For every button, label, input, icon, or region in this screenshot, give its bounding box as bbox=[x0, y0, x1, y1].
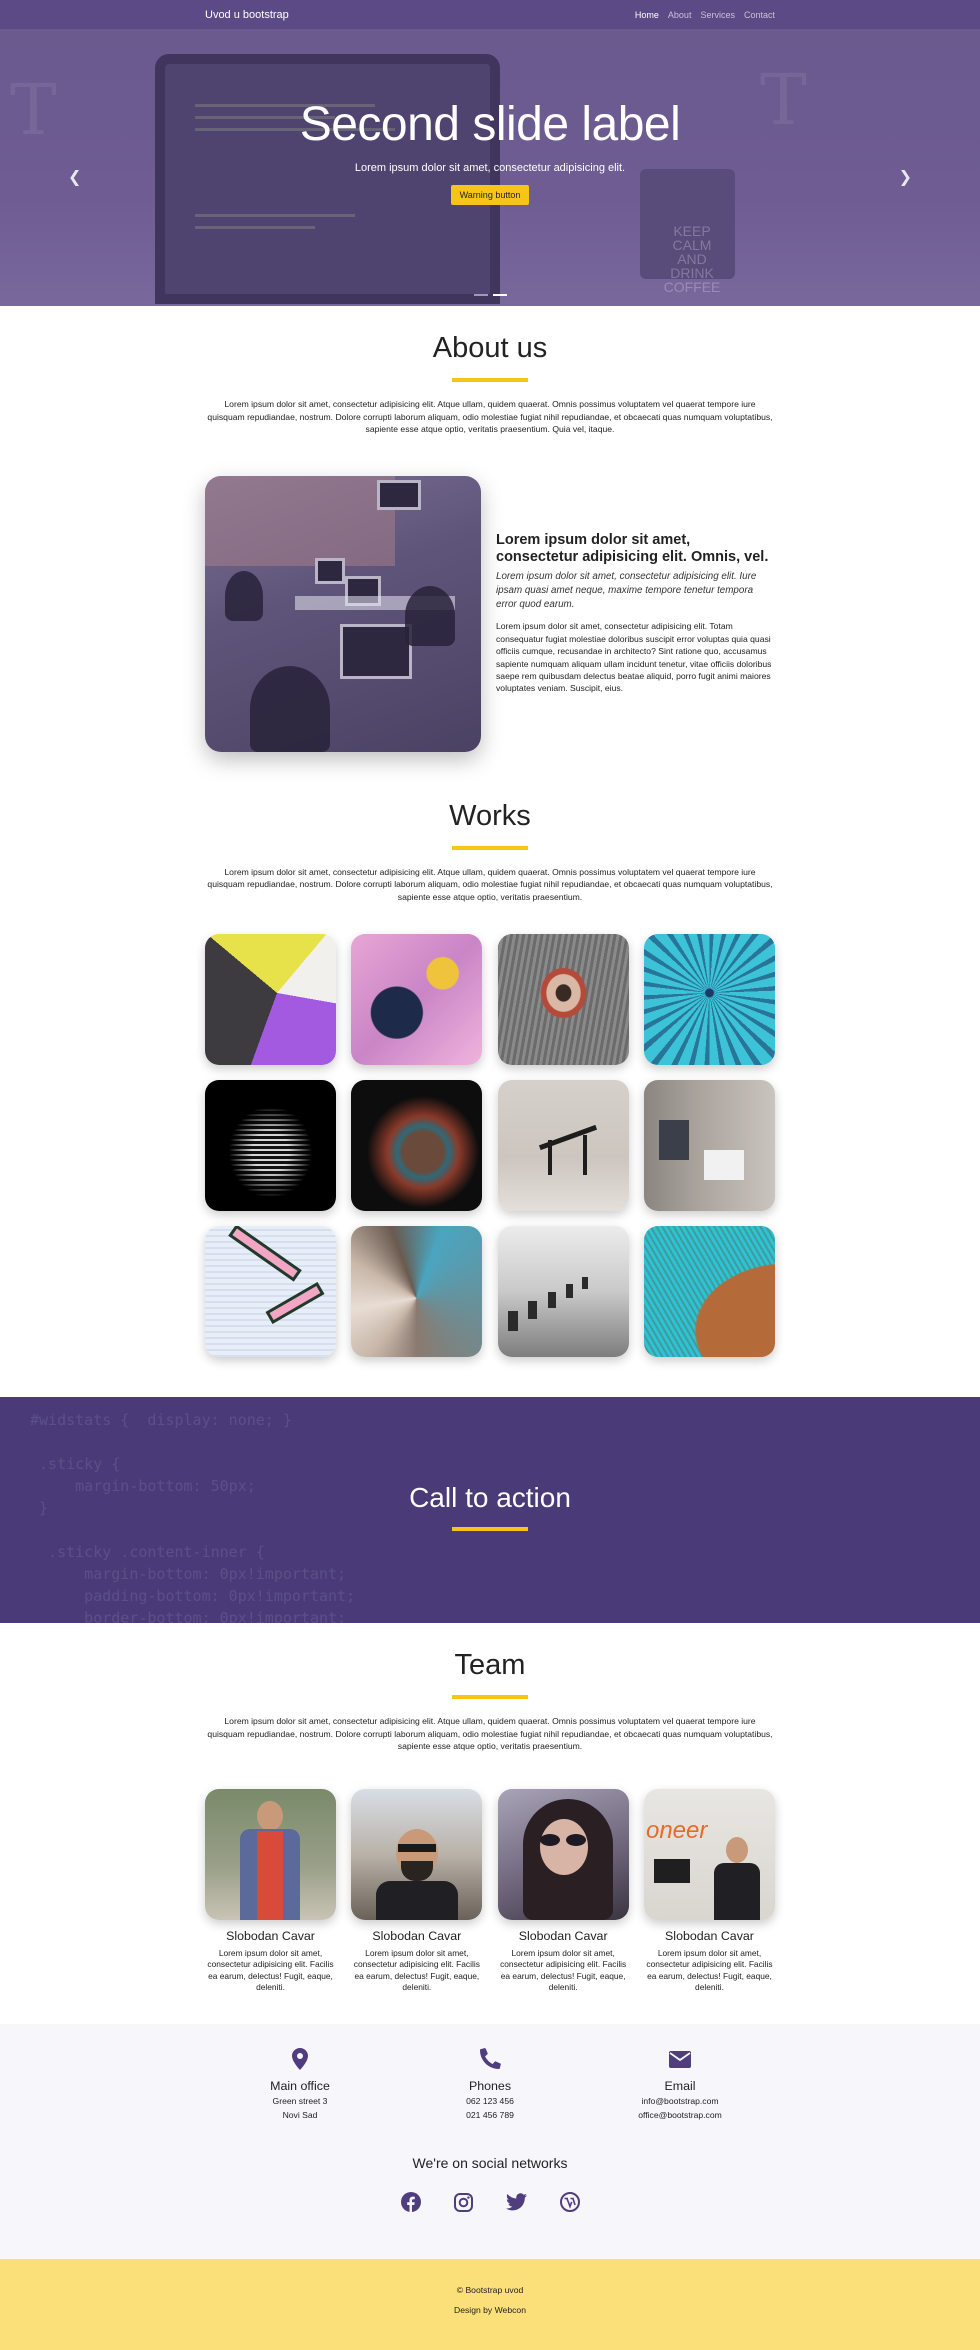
team-member-name: Slobodan Cavar bbox=[518, 1928, 608, 1943]
carousel-indicator-2[interactable] bbox=[492, 294, 507, 296]
works-section: Works Lorem ipsum dolor sit amet, consec… bbox=[0, 752, 980, 1357]
contact-office-title: Main office bbox=[270, 2078, 330, 2093]
contact-office-line: Novi Sad bbox=[282, 2109, 318, 2120]
chevron-left-icon[interactable]: ❮ bbox=[68, 167, 81, 187]
team-member-name: Slobodan Cavar bbox=[372, 1928, 462, 1943]
hero-caption: Second slide label Lorem ipsum dolor sit… bbox=[0, 97, 980, 205]
nav-services[interactable]: Services bbox=[700, 10, 735, 20]
works-grid bbox=[205, 934, 775, 1357]
nav-links: Home About Services Contact bbox=[635, 10, 775, 20]
team-grid: Slobodan Cavar Lorem ipsum dolor sit ame… bbox=[205, 1788, 775, 1994]
team-member-name: Slobodan Cavar bbox=[665, 1928, 754, 1943]
brand-link[interactable]: Uvod u bootstrap bbox=[205, 9, 289, 21]
work-item-7[interactable] bbox=[497, 1080, 629, 1211]
title-underline bbox=[452, 1695, 528, 1699]
works-title: Works bbox=[449, 799, 531, 832]
team-member-photo: oneer bbox=[643, 1788, 775, 1920]
team-title: Team bbox=[454, 1649, 526, 1681]
work-item-1[interactable] bbox=[205, 934, 336, 1065]
team-member-desc: Lorem ipsum dolor sit amet, consectetur … bbox=[500, 1947, 627, 1993]
work-item-3[interactable] bbox=[497, 934, 629, 1065]
team-member-name: Slobodan Cavar bbox=[226, 1928, 315, 1943]
team-member-photo bbox=[497, 1788, 629, 1920]
team-member-desc: Lorem ipsum dolor sit amet, consectetur … bbox=[353, 1947, 480, 1993]
team-member-photo bbox=[351, 1788, 483, 1920]
about-title: About us bbox=[432, 332, 548, 364]
contact-phones-title: Phones bbox=[468, 2078, 512, 2093]
contact-email-line[interactable]: office@bootstrap.com bbox=[610, 2109, 750, 2121]
contact-email-title: Email bbox=[664, 2078, 696, 2093]
work-item-11[interactable] bbox=[497, 1226, 629, 1357]
team-banner-text: oneer bbox=[645, 1816, 708, 1844]
envelope-icon bbox=[610, 2048, 750, 2070]
contact-phone-line[interactable]: 021 456 789 bbox=[420, 2109, 560, 2121]
team-member-card: Slobodan Cavar Lorem ipsum dolor sit ame… bbox=[351, 1788, 483, 1994]
work-item-5[interactable] bbox=[205, 1080, 336, 1211]
contact-office: Main office Green street 3 Novi Sad bbox=[230, 2047, 370, 2121]
footer-credit[interactable]: Design by Webcon bbox=[0, 2305, 980, 2315]
hero-text: Lorem ipsum dolor sit amet, consectetur … bbox=[354, 162, 626, 174]
nav-contact[interactable]: Contact bbox=[744, 10, 775, 20]
wordpress-icon[interactable] bbox=[559, 2192, 580, 2213]
cta-title: Call to action bbox=[409, 1482, 571, 1513]
facebook-icon[interactable] bbox=[400, 2192, 421, 2213]
about-classroom-image bbox=[205, 475, 481, 752]
team-section: Team Lorem ipsum dolor sit amet, consect… bbox=[0, 1623, 980, 1994]
team-member-card: oneer Slobodan Cavar Lorem ipsum dolor s… bbox=[643, 1788, 775, 1994]
team-member-card: Slobodan Cavar Lorem ipsum dolor sit ame… bbox=[205, 1788, 336, 1994]
team-member-desc: Lorem ipsum dolor sit amet, consectetur … bbox=[646, 1947, 773, 1993]
work-item-12[interactable] bbox=[643, 1226, 775, 1357]
work-item-4[interactable] bbox=[643, 934, 775, 1065]
works-intro: Lorem ipsum dolor sit amet, consectetur … bbox=[207, 866, 773, 902]
footer-copyright: © Bootstrap uvod bbox=[456, 2284, 524, 2295]
carousel-indicators bbox=[0, 294, 980, 296]
about-body: Lorem ipsum dolor sit amet, consectetur … bbox=[496, 621, 772, 694]
about-row: Lorem ipsum dolor sit amet, consectetur … bbox=[205, 475, 775, 752]
about-intro: Lorem ipsum dolor sit amet, consectetur … bbox=[207, 399, 773, 434]
contact-office-line: Green street 3 bbox=[272, 2095, 328, 2106]
team-member-photo bbox=[205, 1788, 336, 1920]
social-title: We're on social networks bbox=[412, 2154, 568, 2171]
about-text: Lorem ipsum dolor sit amet, consectetur … bbox=[481, 532, 775, 694]
about-heading: Lorem ipsum dolor sit amet, consectetur … bbox=[496, 532, 769, 566]
team-member-card: Slobodan Cavar Lorem ipsum dolor sit ame… bbox=[497, 1788, 629, 1994]
hero-mug-text: KEEP CALM AND DRINK COFFEE bbox=[663, 223, 721, 295]
work-item-8[interactable] bbox=[643, 1080, 775, 1211]
team-intro: Lorem ipsum dolor sit amet, consectetur … bbox=[207, 1716, 773, 1751]
work-item-2[interactable] bbox=[351, 934, 483, 1065]
contact-section: Main office Green street 3 Novi Sad Phon… bbox=[0, 2023, 980, 2259]
phone-icon bbox=[420, 2047, 560, 2070]
warning-button[interactable]: Warning button bbox=[450, 185, 530, 205]
about-section: About us Lorem ipsum dolor sit amet, con… bbox=[0, 306, 980, 752]
map-marker-icon bbox=[230, 2047, 370, 2070]
nav-about[interactable]: About bbox=[668, 10, 692, 20]
about-emphasis: Lorem ipsum dolor sit amet, consectetur … bbox=[496, 571, 757, 611]
work-item-9[interactable] bbox=[205, 1226, 336, 1357]
title-underline bbox=[452, 845, 528, 850]
contact-email: Email info@bootstrap.com office@bootstra… bbox=[610, 2048, 750, 2121]
carousel-indicator-1[interactable] bbox=[473, 294, 488, 296]
title-underline bbox=[452, 1527, 528, 1531]
nav-home[interactable]: Home bbox=[635, 10, 659, 20]
work-item-10[interactable] bbox=[351, 1226, 483, 1357]
chevron-right-icon[interactable]: ❯ bbox=[899, 167, 912, 187]
social-links bbox=[0, 2192, 980, 2213]
instagram-icon[interactable] bbox=[453, 2192, 474, 2213]
work-item-6[interactable] bbox=[351, 1080, 483, 1211]
contact-phones: Phones 062 123 456 021 456 789 bbox=[420, 2047, 560, 2121]
title-underline bbox=[452, 378, 528, 382]
footer: © Bootstrap uvod Design by Webcon bbox=[0, 2258, 980, 2350]
contact-email-line[interactable]: info@bootstrap.com bbox=[610, 2095, 750, 2107]
team-member-desc: Lorem ipsum dolor sit amet, consectetur … bbox=[207, 1947, 334, 1993]
hero-title: Second slide label bbox=[299, 98, 681, 151]
contact-phone-line[interactable]: 062 123 456 bbox=[420, 2095, 560, 2107]
hero-carousel: T T KEEP CALM AND DRINK COFFEE Second sl… bbox=[0, 29, 980, 306]
cta-section: #widstats { display: none; } .sticky { m… bbox=[0, 1397, 980, 1623]
twitter-icon[interactable] bbox=[506, 2192, 527, 2213]
navbar: Uvod u bootstrap Home About Services Con… bbox=[0, 0, 980, 29]
